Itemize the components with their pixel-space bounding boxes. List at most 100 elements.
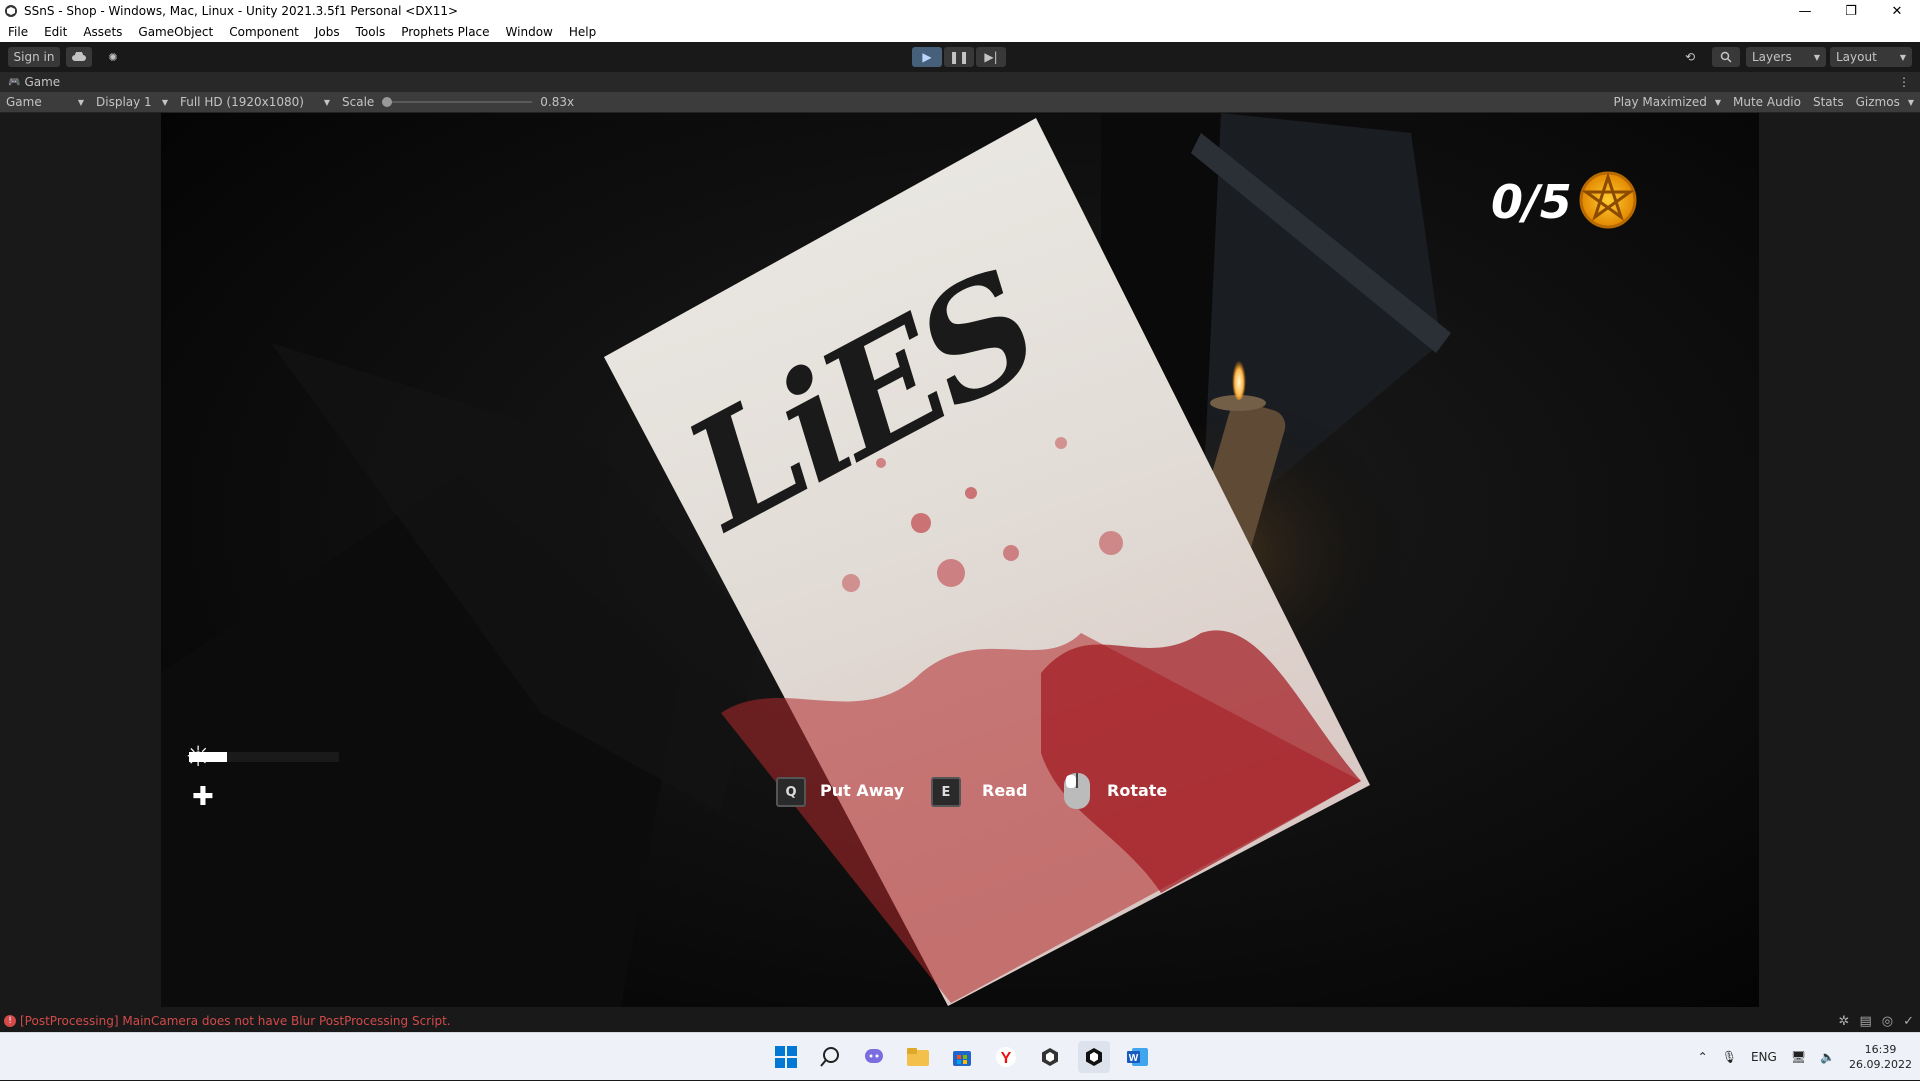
gamepad-icon: 🎮 [8,76,21,88]
view-dropdown[interactable]: Game ▼ [0,92,90,113]
network-icon[interactable]: ◎ [1882,1014,1893,1029]
menu-help[interactable]: Help [561,25,604,39]
pause-icon: ❚❚ [948,50,970,64]
svg-text:Y: Y [1001,1050,1012,1067]
pentagram-icon [1579,171,1637,229]
prompt-put-away: Put Away [820,781,905,800]
menu-gameobject[interactable]: GameObject [130,25,221,39]
word-icon[interactable]: W [1122,1041,1154,1073]
language-indicator[interactable]: ENG [1751,1050,1777,1064]
prompt-rotate: Rotate [1107,781,1168,800]
tab-game-label: Game [24,75,61,89]
mute-audio-toggle[interactable]: Mute Audio [1727,92,1807,113]
system-tray: ⌃ 🎙 ENG 🖥 🔈 16:39 26.09.2022 [1698,1033,1912,1081]
menu-component[interactable]: Component [221,25,307,39]
chevron-down-icon: ▼ [323,97,330,107]
search-icon [1720,51,1732,63]
scale-slider[interactable] [382,97,533,107]
minimize-button[interactable]: — [1782,0,1828,22]
menu-prophets-place[interactable]: Prophets Place [393,25,497,39]
chevron-down-icon: ▼ [77,97,84,107]
history-button[interactable]: ⟲ [1676,47,1704,67]
chevron-down-icon: ▼ [1899,52,1906,62]
menu-file[interactable]: File [0,25,36,39]
close-button[interactable]: ✕ [1874,0,1920,22]
play-controls: ▶ ❚❚ ▶| [912,47,1006,67]
chevron-down-icon: ▼ [1714,97,1722,107]
chat-icon[interactable] [858,1041,890,1073]
volume-icon[interactable]: 🔈 [1820,1050,1835,1064]
store-icon[interactable] [946,1041,978,1073]
menu-tools[interactable]: Tools [348,25,394,39]
layout-label: Layout [1836,50,1877,64]
key-e-icon: E [931,777,961,807]
clock-time: 16:39 [1864,1043,1897,1056]
menu-assets[interactable]: Assets [75,25,130,39]
chevron-down-icon: ▼ [1907,97,1914,107]
collab-icon: ✺ [108,50,118,64]
collectible-counter: 0/5 [1491,175,1572,229]
scale-slider-handle[interactable] [382,97,393,107]
key-q-icon: Q [776,777,806,807]
scale-value: 0.83x [540,95,575,109]
stats-toggle[interactable]: Stats [1807,92,1850,113]
crosshair-icon: ✚ [192,782,214,812]
file-explorer-icon[interactable] [902,1041,934,1073]
prompt-read: Read [982,781,1028,800]
windows-start-icon[interactable] [770,1041,802,1073]
game-view-toolbar: Game ▼ Display 1 ▼ Full HD (1920x1080) ▼ Sc… [0,92,1920,113]
main-toolbar: Sign in ✺ ▶ ❚❚ ▶| ⟲ Layers ▼ Layout ▼ [0,43,1920,72]
sign-in-button[interactable]: Sign in [8,47,60,67]
unity-hub-icon[interactable] [1034,1041,1066,1073]
network-icon[interactable]: 🖥 [1791,1050,1806,1064]
menu-bar: File Edit Assets GameObject Component Jo… [0,22,1920,42]
search-button[interactable] [1712,47,1740,67]
chevron-down-icon: ▼ [1813,52,1820,62]
search-icon[interactable] [814,1041,846,1073]
game-scene [161,113,1759,1007]
status-icons: ✲ ▤ ◎ ✓ [1839,1014,1914,1029]
play-icon: ▶ [922,50,932,64]
check-icon[interactable]: ✓ [1903,1014,1914,1029]
bug-icon[interactable]: ✲ [1839,1014,1850,1029]
play-maximized-dropdown[interactable]: Play Maximized ▼ [1608,92,1727,113]
cloud-button[interactable] [66,47,92,67]
tab-game[interactable]: 🎮 Game [0,75,68,89]
mouse-icon [1064,773,1090,809]
menu-window[interactable]: Window [498,25,561,39]
error-icon: ! [4,1015,16,1027]
chevron-down-icon: ▼ [161,97,168,107]
view-label: Game [6,95,42,109]
game-viewport[interactable]: LiES 0/5 ☀ ✚ Q Put Away E Read Rotate [161,113,1759,1007]
history-icon: ⟲ [1684,50,1696,64]
scale-label: Scale [342,95,375,109]
chevron-up-icon[interactable]: ⌃ [1698,1050,1708,1064]
gizmos-label: Gizmos [1855,95,1900,109]
step-icon: ▶| [984,50,998,64]
menu-jobs[interactable]: Jobs [307,25,348,39]
scale-control: Scale 0.83x [336,92,580,113]
collab-button[interactable]: ✺ [100,47,126,67]
cloud-icon [72,52,86,61]
resolution-dropdown[interactable]: Full HD (1920x1080) ▼ [174,92,336,113]
step-button[interactable]: ▶| [976,47,1006,67]
maximize-button[interactable]: ❐ [1828,0,1874,22]
unity-editor-icon[interactable] [1078,1041,1110,1073]
play-button[interactable]: ▶ [912,47,942,67]
status-message: [PostProcessing] MainCamera does not hav… [20,1014,451,1028]
console-status-bar[interactable]: ! [PostProcessing] MainCamera does not h… [0,1010,1920,1032]
game-tab-bar: 🎮 Game ⋮ [0,72,1920,92]
display-dropdown[interactable]: Display 1 ▼ [90,92,174,113]
pause-button[interactable]: ❚❚ [944,47,974,67]
resolution-label: Full HD (1920x1080) [180,95,304,109]
layers-dropdown[interactable]: Layers ▼ [1746,47,1826,67]
kebab-menu-icon[interactable]: ⋮ [1898,75,1910,89]
package-icon[interactable]: ▤ [1859,1014,1871,1029]
clock[interactable]: 16:39 26.09.2022 [1849,1042,1912,1072]
windows-taskbar: Y W ⌃ 🎙 ENG 🖥 🔈 16:39 26.09.2022 [0,1032,1920,1080]
menu-edit[interactable]: Edit [36,25,75,39]
microphone-icon[interactable]: 🎙 [1722,1050,1737,1064]
gizmos-dropdown[interactable]: Gizmos ▼ [1850,92,1920,113]
yandex-browser-icon[interactable]: Y [990,1041,1022,1073]
layout-dropdown[interactable]: Layout ▼ [1830,47,1912,67]
